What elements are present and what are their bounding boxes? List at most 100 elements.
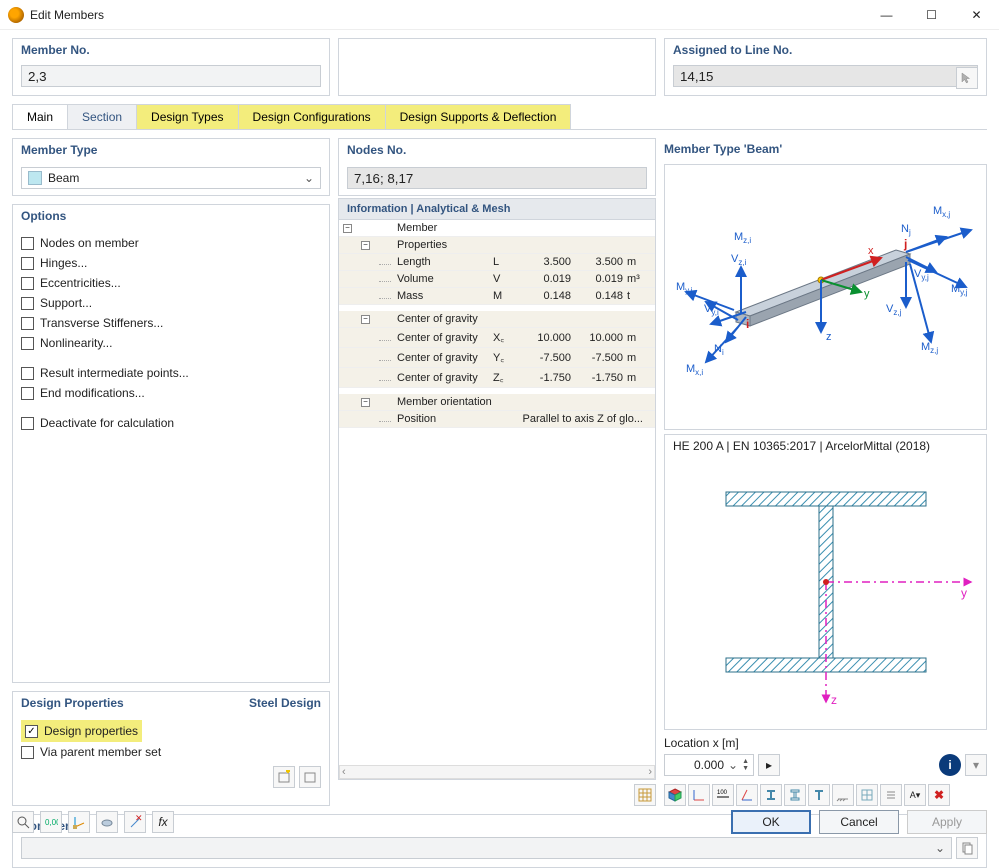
delete-node-button[interactable]: ✕ — [124, 811, 146, 833]
comment-input[interactable]: ⌄ — [21, 837, 952, 859]
tree-row-cog[interactable]: − Center of gravity — [339, 311, 655, 328]
svg-text:x: x — [868, 245, 874, 257]
option-6[interactable]: Result intermediate points... — [21, 363, 321, 383]
minimize-button[interactable]: — — [864, 0, 909, 30]
filter-button[interactable]: ▾ — [965, 754, 987, 776]
collapse-icon: − — [361, 315, 370, 324]
design-properties-title: Design Properties — [21, 696, 124, 710]
beam-swatch-icon — [28, 171, 42, 185]
info-panel: Information | Analytical & Mesh − Member… — [338, 198, 656, 780]
member-no-label: Member No. — [13, 39, 329, 61]
tree-row-properties[interactable]: − Properties — [339, 237, 655, 254]
help-button[interactable] — [12, 811, 34, 833]
view-t-section-button[interactable] — [808, 784, 830, 806]
option-1[interactable]: Hinges... — [21, 253, 321, 273]
tab-section[interactable]: Section — [67, 104, 137, 129]
member-type-panel: Member Type Beam ⌄ — [12, 138, 330, 196]
member-no-input[interactable] — [21, 65, 321, 87]
svg-text:My,j: My,j — [951, 283, 968, 297]
cursor-icon — [960, 71, 974, 85]
collapse-icon: − — [343, 224, 352, 233]
function-button[interactable]: fx — [152, 811, 174, 833]
checkbox-icon — [21, 367, 34, 380]
location-next-button[interactable]: ▸ — [758, 754, 780, 776]
tab-design-configurations[interactable]: Design Configurations — [238, 104, 386, 129]
svg-text:Vz,i: Vz,i — [731, 253, 747, 267]
close-button[interactable]: ✕ — [954, 0, 999, 30]
view-section-outline-button[interactable] — [784, 784, 806, 806]
member-type-select[interactable]: Beam ⌄ — [21, 167, 321, 189]
i-section-icon: y z — [676, 452, 976, 712]
view-reset-button[interactable]: ✖ — [928, 784, 950, 806]
units-icon: 0,00 — [44, 815, 58, 829]
svg-text:i: i — [746, 317, 749, 331]
section-preview[interactable]: HE 200 A | EN 10365:2017 | ArcelorMittal… — [664, 434, 987, 730]
member-type-value: Beam — [48, 171, 79, 185]
assigned-input — [673, 65, 978, 87]
location-spinner[interactable]: 0.000 ⌄ ▲▼ — [664, 754, 754, 776]
svg-text:z: z — [826, 331, 832, 343]
tree-row-member[interactable]: − Member — [339, 220, 655, 237]
tab-design-supports-deflection[interactable]: Design Supports & Deflection — [385, 104, 572, 129]
svg-text:Vz,j: Vz,j — [886, 303, 902, 317]
edit-member-set-button[interactable] — [299, 766, 321, 788]
svg-text:Mx,j: Mx,j — [933, 205, 950, 219]
dimension-icon: 100 — [716, 788, 730, 802]
steel-design-label: Steel Design — [249, 696, 321, 710]
grid-sm-icon — [860, 788, 874, 802]
pick-lines-button[interactable] — [956, 67, 978, 89]
checkbox-icon — [21, 317, 34, 330]
tab-main[interactable]: Main — [12, 104, 68, 129]
maximize-button[interactable]: ☐ — [909, 0, 954, 30]
view-list-button[interactable] — [880, 784, 902, 806]
units-button[interactable]: 0,00 — [40, 811, 62, 833]
option-5[interactable]: Nonlinearity... — [21, 333, 321, 353]
view-axes-local-button[interactable] — [736, 784, 758, 806]
chevron-down-icon: ⌄ — [728, 758, 738, 772]
cancel-button[interactable]: Cancel — [819, 810, 899, 834]
tab-design-types[interactable]: Design Types — [136, 104, 239, 129]
tree-row-length: Length L 3.500 3.500 m — [339, 254, 655, 271]
info-button[interactable]: i — [939, 754, 961, 776]
new-member-set-button[interactable] — [273, 766, 295, 788]
collapse-icon: − — [361, 241, 370, 250]
svg-text:Vy,j: Vy,j — [914, 268, 929, 282]
member-no-group: Member No. — [12, 38, 330, 96]
beam-preview[interactable]: x y z i Mz,i Vz,i My,i Vy,i — [664, 164, 987, 430]
via-parent-checkbox-row[interactable]: Via parent member set — [21, 742, 321, 762]
view-section-solid-button[interactable] — [760, 784, 782, 806]
option-8[interactable]: Deactivate for calculation — [21, 413, 321, 433]
assigned-group: Assigned to Line No. — [664, 38, 987, 96]
scroll-left-icon: ‹ — [342, 766, 346, 778]
checkbox-icon — [21, 257, 34, 270]
design-properties-panel: Design Properties Steel Design ✓ Design … — [12, 691, 330, 806]
option-2[interactable]: Eccentricities... — [21, 273, 321, 293]
option-3[interactable]: Support... — [21, 293, 321, 313]
option-label: Support... — [40, 296, 92, 310]
view-font-button[interactable]: A▾ — [904, 784, 926, 806]
cloud-button[interactable] — [96, 811, 118, 833]
fx-icon: fx — [158, 815, 167, 829]
horizontal-scrollbar[interactable]: ‹ › — [339, 765, 655, 779]
option-4[interactable]: Transverse Stiffeners... — [21, 313, 321, 333]
coord-button[interactable] — [68, 811, 90, 833]
view-ground-button[interactable] — [832, 784, 854, 806]
tree-row-yc: Center of gravity Y꜀ -7.500 -7.500 m — [339, 348, 655, 368]
option-7[interactable]: End modifications... — [21, 383, 321, 403]
info-grid-button[interactable] — [634, 784, 656, 806]
checkbox-icon — [21, 337, 34, 350]
ok-button[interactable]: OK — [731, 810, 811, 834]
comment-copy-button[interactable] — [956, 837, 978, 859]
view-3d-button[interactable] — [664, 784, 686, 806]
svg-text:✕: ✕ — [135, 815, 142, 823]
view-dimensions-button[interactable]: 100 — [712, 784, 734, 806]
view-axes-button[interactable] — [688, 784, 710, 806]
design-properties-checkbox-row[interactable]: ✓ Design properties — [25, 721, 138, 741]
chevron-down-icon: ⌄ — [935, 841, 945, 855]
option-0[interactable]: Nodes on member — [21, 233, 321, 253]
view-grid-button[interactable] — [856, 784, 878, 806]
svg-text:z: z — [831, 693, 837, 707]
tree-row-volume: Volume V 0.019 0.019 m³ — [339, 271, 655, 288]
tree-row-orientation[interactable]: − Member orientation — [339, 394, 655, 411]
preview-title: Member Type 'Beam' — [664, 138, 987, 160]
